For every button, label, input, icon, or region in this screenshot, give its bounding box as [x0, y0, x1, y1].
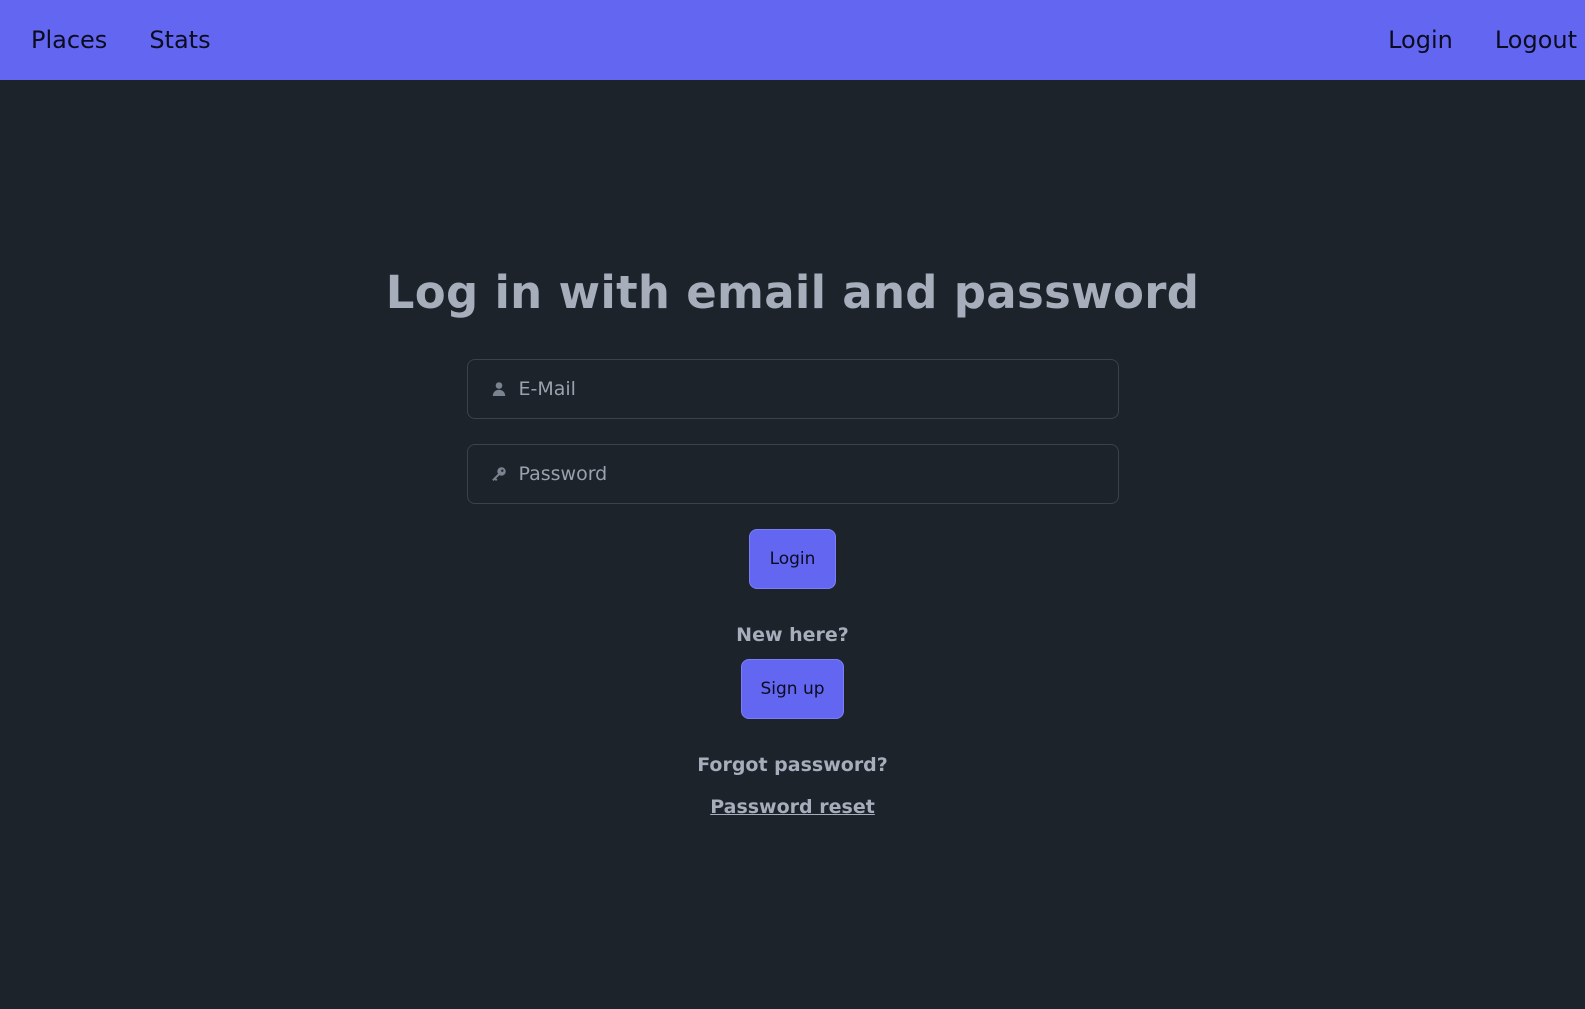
new-here-text: New here?	[736, 624, 849, 646]
nav-link-login[interactable]: Login	[1388, 26, 1453, 54]
login-panel: Log in with email and password Login New…	[0, 80, 1585, 1009]
nav-link-stats[interactable]: Stats	[149, 26, 210, 54]
nav-right-group: Login Logout	[1388, 0, 1585, 80]
email-field[interactable]	[466, 359, 1119, 419]
password-reset-link[interactable]: Password reset	[710, 795, 875, 819]
nav-link-places[interactable]: Places	[31, 26, 107, 54]
user-icon	[491, 381, 507, 397]
page-title: Log in with email and password	[385, 266, 1200, 319]
password-input[interactable]	[518, 445, 1118, 503]
top-navbar: Places Stats Login Logout	[0, 0, 1585, 80]
forgot-password-text: Forgot password?	[697, 754, 888, 776]
login-button[interactable]: Login	[749, 529, 836, 589]
password-field[interactable]	[466, 444, 1119, 504]
nav-left-group: Places Stats	[0, 0, 211, 80]
email-input[interactable]	[518, 360, 1118, 418]
nav-link-logout[interactable]: Logout	[1495, 26, 1577, 54]
key-icon	[491, 466, 507, 482]
signup-button[interactable]: Sign up	[741, 659, 844, 719]
